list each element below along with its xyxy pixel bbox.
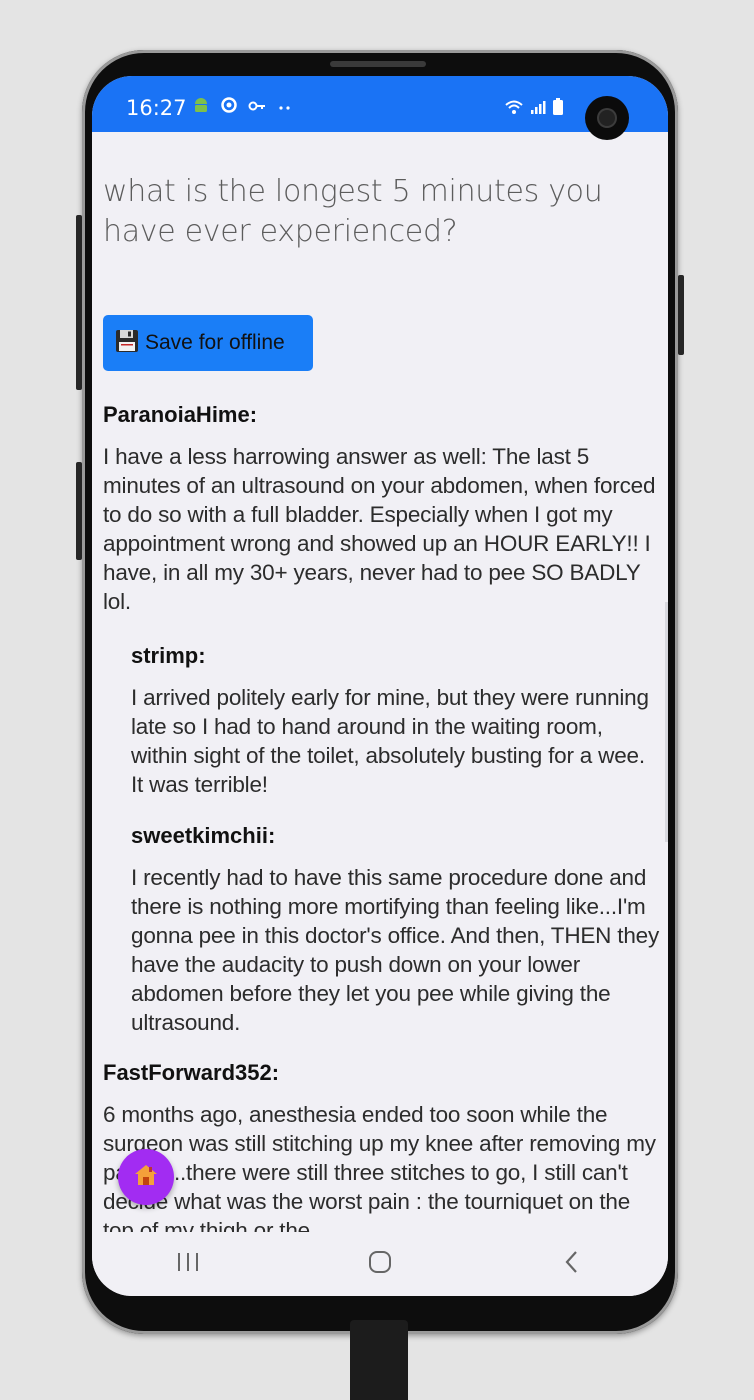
sync-icon	[220, 96, 238, 118]
signal-icon	[530, 99, 546, 119]
comment-author: strimp:	[131, 643, 206, 668]
recent-apps-button[interactable]	[158, 1244, 218, 1284]
status-time: 16:27	[126, 96, 187, 120]
comment-text: I recently had to have this same procedu…	[131, 865, 660, 1035]
comment-author: sweetkimchii:	[131, 823, 276, 848]
home-icon	[133, 1163, 159, 1191]
battery-icon	[552, 98, 564, 120]
back-nav-button[interactable]	[542, 1244, 602, 1284]
volume-button	[76, 215, 82, 390]
navigation-bar	[92, 1232, 668, 1296]
charging-cable	[350, 1320, 408, 1400]
earpiece-speaker	[330, 61, 426, 67]
home-fab-button[interactable]	[118, 1149, 174, 1205]
comment-author: ParanoiaHime:	[103, 402, 258, 427]
status-bar: 16:27	[92, 76, 668, 140]
question-title: what is the longest 5 minutes you have e…	[103, 174, 603, 249]
comment-text: 6 months ago, anesthesia ended too soon …	[103, 1102, 656, 1232]
back-icon	[562, 1249, 582, 1279]
notification-icons	[192, 96, 294, 118]
comment: FastForward352: 6 months ago, anesthesia…	[103, 1060, 659, 1232]
comment-author: FastForward352:	[103, 1060, 280, 1085]
phone-screen: 16:27 what is the longest 5 minutes you …	[92, 76, 668, 1296]
more-dots-icon	[276, 98, 294, 117]
content-area[interactable]: what is the longest 5 minutes you have e…	[92, 132, 668, 1232]
comment: ParanoiaHime: I have a less harrowing an…	[103, 402, 659, 616]
reply-comment: strimp: I arrived politely early for min…	[131, 643, 659, 799]
save-button-label: Save for offline	[145, 331, 285, 354]
save-for-offline-button[interactable]: Save for offline	[103, 315, 313, 371]
floppy-disk-icon	[115, 329, 139, 357]
system-icons	[504, 98, 564, 120]
key-icon	[248, 98, 266, 117]
power-button	[678, 275, 684, 355]
wifi-icon	[504, 99, 524, 119]
home-circle-icon	[367, 1249, 393, 1279]
comment-text: I arrived politely early for mine, but t…	[131, 685, 649, 797]
recent-apps-icon	[175, 1251, 201, 1277]
comment-text: I have a less harrowing answer as well: …	[103, 444, 656, 614]
home-nav-button[interactable]	[350, 1244, 410, 1284]
reply-comment: sweetkimchii: I recently had to have thi…	[131, 823, 659, 1037]
scrollbar[interactable]	[665, 602, 668, 842]
android-icon	[192, 96, 210, 118]
bixby-button	[76, 462, 82, 560]
